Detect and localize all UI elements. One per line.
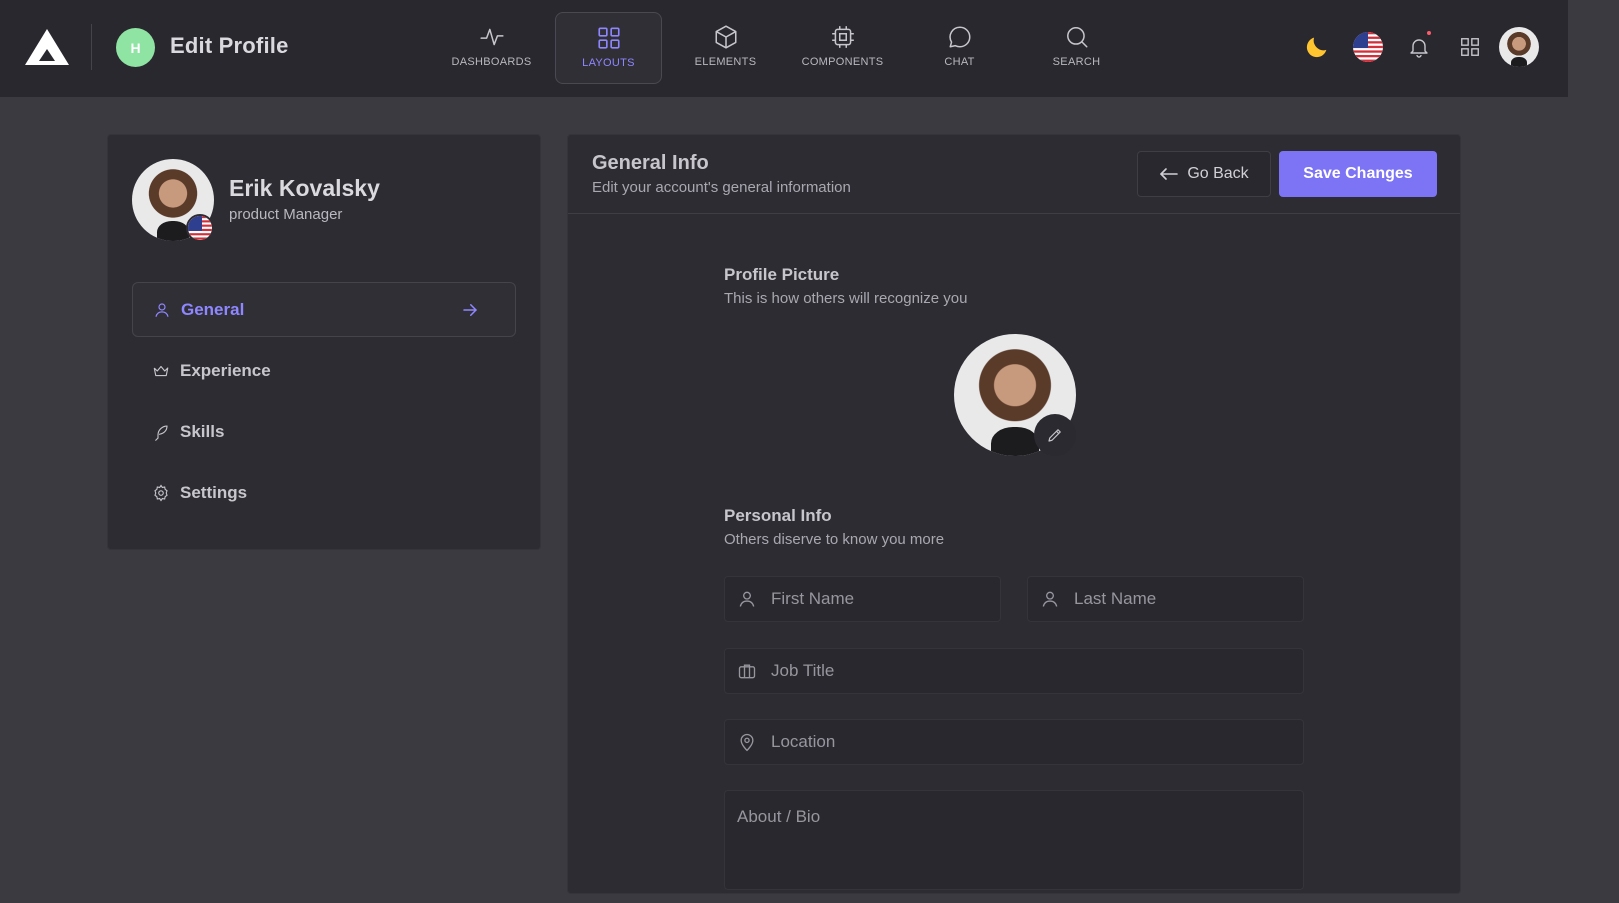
menu-item-general[interactable]: General xyxy=(132,282,516,337)
location-input[interactable] xyxy=(771,732,1303,752)
moon-icon[interactable] xyxy=(1299,29,1335,65)
profile-sidebar-card: Erik Kovalsky product Manager General Ex… xyxy=(107,134,541,550)
menu-item-experience[interactable]: Experience xyxy=(132,343,516,398)
pencil-icon xyxy=(1048,429,1061,442)
profile-picture-title: Profile Picture xyxy=(724,265,840,284)
workspace-badge[interactable]: H xyxy=(116,28,155,67)
notification-dot xyxy=(1427,31,1431,35)
chat-icon xyxy=(948,26,971,48)
section-subtitle: Edit your account's general information xyxy=(592,179,851,196)
personal-info-title: Personal Info xyxy=(724,506,832,525)
first-name-field[interactable] xyxy=(724,576,1001,622)
location-field[interactable] xyxy=(724,719,1304,765)
go-back-button[interactable]: Go Back xyxy=(1137,151,1271,197)
last-name-field[interactable] xyxy=(1027,576,1304,622)
top-bar: H Edit Profile DASHBOARDS LAYOUTS ELEMEN… xyxy=(0,0,1568,97)
search-icon xyxy=(1066,27,1088,48)
profile-name: Erik Kovalsky xyxy=(229,175,380,201)
save-changes-button[interactable]: Save Changes xyxy=(1279,151,1437,197)
nav-elements-label: ELEMENTS xyxy=(694,56,757,68)
section-title: General Info xyxy=(592,152,709,174)
user-icon xyxy=(1042,591,1058,607)
menu-item-experience-label: Experience xyxy=(180,360,271,380)
profile-flag-icon xyxy=(186,214,214,242)
personal-info-subtitle: Others diserve to know you more xyxy=(724,531,945,548)
bio-field[interactable] xyxy=(724,790,1304,890)
arrow-left-icon xyxy=(1160,168,1179,180)
job-title-field[interactable] xyxy=(724,648,1304,694)
arrow-right-icon xyxy=(463,304,477,316)
bell-icon xyxy=(1410,39,1428,58)
app-logo[interactable] xyxy=(24,27,70,67)
header-divider xyxy=(91,24,92,70)
cpu-icon xyxy=(831,26,854,48)
notifications-button[interactable] xyxy=(1401,29,1437,65)
nav-search[interactable]: SEARCH xyxy=(1023,12,1130,84)
nav-layouts-label: LAYOUTS xyxy=(582,57,635,69)
activity-icon xyxy=(479,28,504,46)
nav-search-label: SEARCH xyxy=(1052,56,1101,68)
map-pin-icon xyxy=(740,733,754,752)
user-icon xyxy=(739,591,755,607)
profile-role: product Manager xyxy=(229,206,343,223)
nav-layouts[interactable]: LAYOUTS xyxy=(555,12,662,84)
menu-item-settings[interactable]: Settings xyxy=(132,465,516,520)
profile-picture-subtitle: This is how others will recognize you xyxy=(724,290,968,307)
us-flag-icon xyxy=(1353,32,1383,62)
menu-item-general-label: General xyxy=(181,299,245,319)
go-back-label: Go Back xyxy=(1187,165,1249,182)
user-avatar xyxy=(1499,27,1539,67)
briefcase-icon xyxy=(738,664,756,679)
edit-picture-button[interactable] xyxy=(1034,414,1076,456)
first-name-input[interactable] xyxy=(771,589,1000,609)
job-title-input[interactable] xyxy=(771,661,1303,681)
general-info-card: General Info Edit your account's general… xyxy=(567,134,1461,894)
apps-grid-icon[interactable] xyxy=(1452,29,1488,65)
nav-components[interactable]: COMPONENTS xyxy=(789,12,896,84)
nav-dashboards-label: DASHBOARDS xyxy=(451,56,532,68)
card-header: General Info Edit your account's general… xyxy=(568,135,1460,214)
nav-components-label: COMPONENTS xyxy=(801,56,884,68)
grid-icon xyxy=(597,27,620,49)
nav-chat-label: CHAT xyxy=(944,56,975,68)
menu-item-settings-label: Settings xyxy=(180,482,248,502)
crown-icon xyxy=(153,365,169,376)
bio-textarea[interactable] xyxy=(737,807,1303,877)
nav-dashboards[interactable]: DASHBOARDS xyxy=(438,12,545,84)
page-title: Edit Profile xyxy=(170,33,289,58)
user-icon xyxy=(155,302,169,317)
language-selector[interactable] xyxy=(1350,29,1386,65)
box-icon xyxy=(714,25,737,49)
gear-icon xyxy=(154,484,168,501)
menu-item-skills-label: Skills xyxy=(180,421,225,441)
menu-item-skills[interactable]: Skills xyxy=(132,404,516,459)
nav-chat[interactable]: CHAT xyxy=(906,12,1013,84)
feather-icon xyxy=(155,424,168,441)
nav-elements[interactable]: ELEMENTS xyxy=(672,12,779,84)
last-name-input[interactable] xyxy=(1074,589,1303,609)
user-menu-button[interactable] xyxy=(1499,27,1539,67)
